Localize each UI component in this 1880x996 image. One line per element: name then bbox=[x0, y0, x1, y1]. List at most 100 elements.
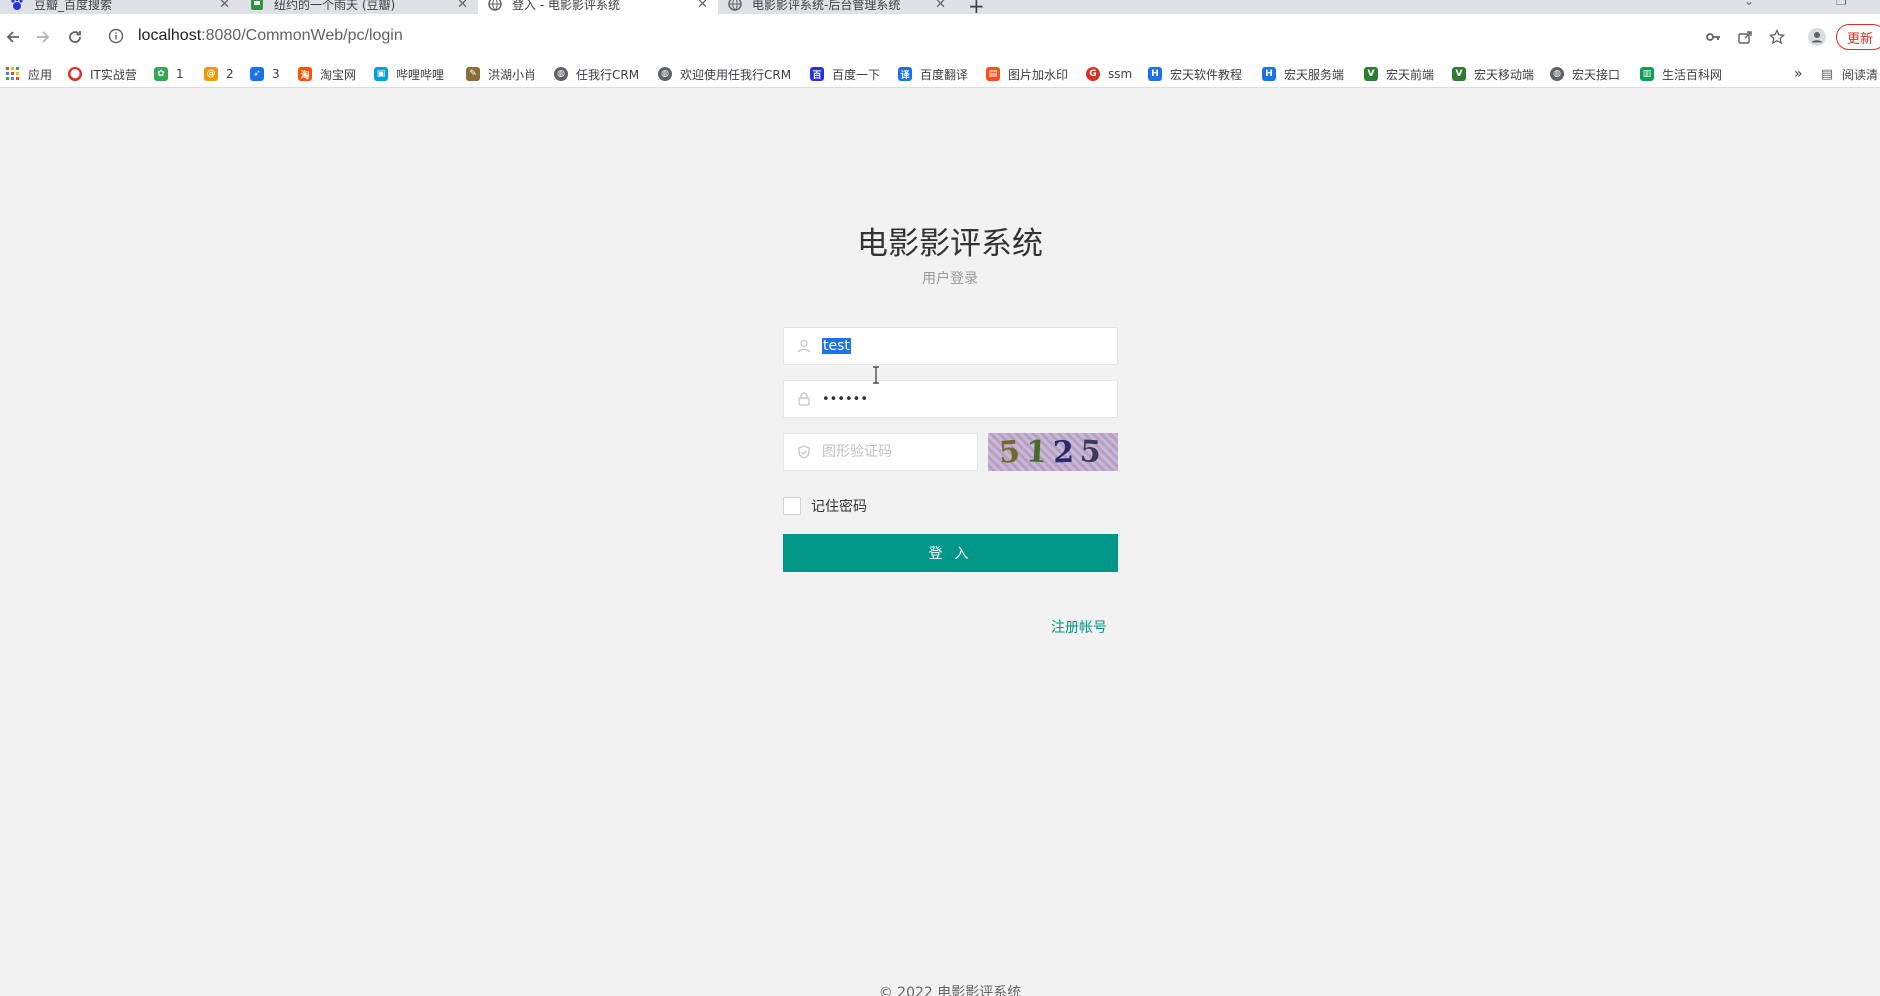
bookmark-label: 宏天软件教程 bbox=[1170, 67, 1243, 82]
url-path: :8080/CommonWeb/pc/login bbox=[201, 27, 403, 44]
reading-list-button[interactable]: ▤ 阅读清 bbox=[1820, 66, 1878, 82]
back-button[interactable] bbox=[2, 26, 24, 48]
bookmark-apps[interactable]: 应用 bbox=[6, 66, 52, 82]
password-value[interactable]: •••••• bbox=[822, 392, 868, 407]
address-bar[interactable]: localhost:8080/CommonWeb/pc/login bbox=[98, 21, 1718, 51]
bookmark-translate[interactable]: 译百度翻译 bbox=[898, 66, 968, 82]
bookmark-label: 淘宝网 bbox=[320, 67, 357, 82]
baidu-paw-icon bbox=[10, 0, 24, 11]
bookmark-watermark[interactable]: ▤ 图片加水印 bbox=[986, 66, 1068, 82]
update-button[interactable]: 更新 bbox=[1836, 24, 1880, 50]
username-field[interactable]: test bbox=[783, 327, 1118, 365]
password-field[interactable]: •••••• bbox=[783, 380, 1118, 418]
reload-button[interactable] bbox=[64, 26, 86, 48]
new-tab-button[interactable]: + bbox=[968, 0, 985, 14]
page-title: 电影影评系统 bbox=[857, 226, 1043, 262]
url-text: localhost:8080/CommonWeb/pc/login bbox=[138, 27, 403, 45]
bookmark-hongtian-mobile[interactable]: V 宏天移动端 bbox=[1452, 66, 1534, 82]
share-icon[interactable] bbox=[1734, 26, 1756, 48]
captcha-field[interactable] bbox=[783, 433, 978, 471]
bookmark-2[interactable]: @2 bbox=[204, 66, 234, 82]
bookmark-baidu[interactable]: 百百度一下 bbox=[810, 66, 880, 82]
bookmark-label: 宏天接口 bbox=[1572, 67, 1621, 82]
h-icon: H bbox=[1262, 67, 1276, 81]
bookmark-star-icon[interactable] bbox=[1766, 26, 1788, 48]
bookmark-1[interactable]: ✿ 1 bbox=[154, 66, 184, 82]
restore-window-icon[interactable]: ❐ bbox=[1836, 0, 1847, 8]
bookmark-label: 宏天前端 bbox=[1386, 67, 1435, 82]
bookmark-label: 应用 bbox=[28, 67, 53, 82]
tab-close-icon[interactable]: ✕ bbox=[935, 0, 946, 12]
captcha-char: 5 bbox=[998, 433, 1028, 471]
tab-close-icon[interactable]: ✕ bbox=[697, 0, 708, 12]
tab-admin[interactable]: 电影影评系统-后台管理系统 ✕ bbox=[718, 0, 956, 14]
captcha-input[interactable] bbox=[822, 444, 972, 460]
reading-list-icon: ▤ bbox=[1820, 66, 1834, 82]
book-icon: ▥ bbox=[1640, 67, 1654, 81]
bookmark-it[interactable]: ⬤ IT实战营 bbox=[68, 66, 137, 82]
captcha-char: 5 bbox=[1078, 433, 1108, 471]
bilibili-icon: ▣ bbox=[374, 67, 388, 81]
tab-close-icon[interactable]: ✕ bbox=[219, 0, 230, 12]
globe-icon bbox=[488, 0, 502, 11]
login-button[interactable]: 登 入 bbox=[783, 534, 1118, 572]
bookmark-ssm[interactable]: Gssm bbox=[1086, 66, 1132, 82]
tab-search-icon[interactable]: ⌄ bbox=[1744, 0, 1754, 8]
vue-icon: V bbox=[1452, 67, 1466, 81]
bookmark-hongtian-api[interactable]: ◍ 宏天接口 bbox=[1550, 66, 1620, 82]
tab-baidu-search[interactable]: 豆瓣_百度搜索 ✕ bbox=[0, 0, 240, 14]
tab-douban[interactable]: 纽约的一个雨天 (豆瓣) ✕ bbox=[240, 0, 478, 14]
bookmark-label: 百度翻译 bbox=[920, 67, 969, 82]
bookmarks-overflow-button[interactable]: » bbox=[1794, 66, 1803, 82]
user-icon bbox=[796, 338, 812, 354]
globe-icon: ◍ bbox=[658, 67, 672, 81]
tab-label: 登入 - 电影影评系统 bbox=[512, 0, 620, 12]
tab-label: 纽约的一个雨天 (豆瓣) bbox=[274, 0, 396, 12]
remember-password-row[interactable]: 记住密码 bbox=[783, 496, 867, 516]
globe-icon: ◍ bbox=[1550, 67, 1564, 81]
bookmark-crm[interactable]: ◍ 任我行CRM bbox=[554, 66, 639, 82]
swirl-icon: @ bbox=[204, 67, 218, 81]
douban-icon bbox=[250, 0, 264, 11]
bookmark-taobao[interactable]: 淘淘宝网 bbox=[298, 66, 356, 82]
bookmark-baike[interactable]: ▥ 生活百科网 bbox=[1640, 66, 1722, 82]
vue-icon: V bbox=[1364, 67, 1378, 81]
translate-icon: 译 bbox=[898, 67, 912, 81]
forward-arrow-icon bbox=[37, 31, 50, 43]
remember-password-label: 记住密码 bbox=[811, 499, 867, 515]
bookmark-label: 任我行CRM bbox=[576, 67, 640, 82]
tab-login[interactable]: 登入 - 电影影评系统 ✕ bbox=[478, 0, 718, 14]
globe-icon: ◍ bbox=[554, 67, 568, 81]
bookmark-crm-welcome[interactable]: ◍ 欢迎使用任我行CRM bbox=[658, 66, 791, 82]
globe-icon bbox=[728, 0, 742, 11]
tab-close-icon[interactable]: ✕ bbox=[457, 0, 468, 12]
profile-avatar-icon[interactable] bbox=[1806, 26, 1828, 48]
bookmark-honghu[interactable]: ✎ 洪湖小肖 bbox=[466, 66, 536, 82]
bookmark-label: 哔哩哔哩 bbox=[396, 67, 445, 82]
bookmark-label: 2 bbox=[226, 67, 234, 81]
remember-password-checkbox[interactable] bbox=[783, 497, 801, 515]
register-link[interactable]: 注册帐号 bbox=[1051, 617, 1107, 637]
bookmark-3[interactable]: ➶ 3 bbox=[250, 66, 280, 82]
tab-strip: 豆瓣_百度搜索 ✕ 纽约的一个雨天 (豆瓣) ✕ 登入 - 电影影评系统 ✕ 电… bbox=[0, 0, 1880, 14]
username-value[interactable]: test bbox=[822, 338, 851, 354]
info-icon[interactable] bbox=[108, 28, 124, 44]
pen-icon: ✎ bbox=[466, 67, 480, 81]
bookmark-hongtian-frontend[interactable]: V 宏天前端 bbox=[1364, 66, 1434, 82]
forward-button[interactable] bbox=[32, 26, 54, 48]
bookmark-bilibili[interactable]: ▣ 哔哩哔哩 bbox=[374, 66, 444, 82]
back-arrow-icon bbox=[6, 31, 19, 43]
bird-icon: ➶ bbox=[250, 67, 264, 81]
bookmark-hongtian-server[interactable]: H 宏天服务端 bbox=[1262, 66, 1344, 82]
lock-icon bbox=[796, 391, 812, 407]
apps-grid-icon bbox=[6, 67, 20, 81]
page-subtitle: 用户登录 bbox=[922, 271, 978, 287]
bookmark-hongtian-tutorial[interactable]: H 宏天软件教程 bbox=[1148, 66, 1242, 82]
tab-label: 电影影评系统-后台管理系统 bbox=[752, 0, 901, 12]
text-cursor-icon bbox=[873, 366, 879, 384]
bookmark-label: 宏天服务端 bbox=[1284, 67, 1345, 82]
image-icon: ▤ bbox=[986, 67, 1000, 81]
captcha-image[interactable]: 5 1 2 5 bbox=[988, 433, 1118, 471]
password-key-icon[interactable] bbox=[1702, 26, 1724, 48]
browser-toolbar: localhost:8080/CommonWeb/pc/login 更新 bbox=[0, 14, 1880, 60]
